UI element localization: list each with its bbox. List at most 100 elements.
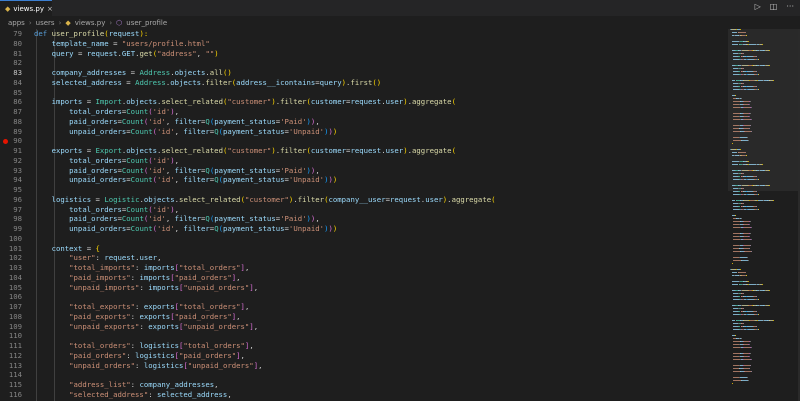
code-token: customer [310,97,347,107]
code-editor[interactable]: 79 def user_profile(request): 80 template_… [0,29,728,401]
minimap-token [731,272,738,274]
run-icon[interactable]: ▷ [755,2,761,11]
code-line[interactable]: 86 imports = Import.objects.select_relat… [0,97,728,107]
code-line[interactable]: 114 [0,370,728,380]
code-text: total_orders=Count('id'), [34,205,179,215]
breadcrumb-file[interactable]: views.py [75,19,106,27]
code-token: Logistic [104,194,140,204]
indent-guide [36,233,37,244]
code-token: aggregate [412,146,452,155]
code-token: "total_exports" [34,302,136,311]
more-actions-icon[interactable]: ··· [786,2,794,11]
python-file-icon: ◆ [65,18,71,27]
code-line[interactable]: 104 "paid_imports": imports["paid_orders… [0,272,728,283]
code-token: ) [214,48,219,58]
code-token: company_addresses [34,68,127,77]
code-line[interactable]: 116 "selected_address": selected_address… [0,389,728,400]
code-line[interactable]: 83 company_addresses = Address.objects.a… [0,68,728,78]
code-token: 'id' [148,116,166,126]
code-line[interactable]: 88 paid_orders=Count('id', filter=Q(paym… [0,116,728,127]
code-token: "total_orders" [183,341,245,350]
python-file-icon: ◆ [5,4,11,13]
code-token: , [240,350,245,360]
minimap-token [747,161,749,163]
code-line[interactable]: 109 "unpaid_exports": exports["unpaid_or… [0,321,728,332]
line-number: 79 [13,29,22,38]
code-line[interactable]: 101 context = { [0,243,728,254]
code-token: Count [130,224,153,233]
code-token: user [385,97,404,107]
code-text: template_name = "users/profile.html" [34,39,210,49]
code-token: () [222,68,232,77]
code-token: filter [183,175,210,185]
code-token: "unpaid_orders" [34,360,136,370]
code-token: aggregate [412,97,452,107]
code-token: Count [121,116,144,126]
line-number: 102 [8,253,22,263]
code-token: selected_address [34,77,122,87]
code-token: Count [130,126,153,136]
code-token: "user" [34,253,96,263]
line-number: 92 [13,155,22,165]
code-line[interactable]: 95 [0,185,728,195]
code-line[interactable]: 97 total_orders=Count('id'), [0,204,728,215]
code-token: "unpaid_exports" [34,321,140,331]
code-token: filter [205,77,232,87]
close-icon[interactable]: × [47,5,53,13]
code-line[interactable]: 84 selected_address = Address.objects.fi… [0,77,728,88]
minimap-token [733,260,741,262]
code-line[interactable]: 100 [0,233,728,244]
code-token: ) [332,224,338,233]
line-number: 87 [13,107,22,116]
code-token: total_orders [34,107,122,116]
code-token: : [148,389,158,399]
code-line[interactable]: 90 [0,136,728,146]
code-token: "customer" [244,194,289,204]
code-text: paid_orders=Count('id', filter=Q(payment… [34,214,320,224]
tab-views-py[interactable]: ◆ views.py × [0,0,53,16]
breadcrumb-apps[interactable]: apps [8,19,25,27]
code-line[interactable]: 115 "address_list": company_addresses, [0,380,728,390]
code-line[interactable]: 99 unpaid_orders=Count('id', filter=Q(pa… [0,224,728,234]
code-token: ( [451,97,456,107]
code-line[interactable]: 91 exports = Export.objects.select_relat… [0,146,728,156]
code-token: query [319,77,342,87]
code-line[interactable]: 82 [0,58,728,68]
code-line[interactable]: 87 total_orders=Count('id'), [0,107,728,117]
code-line[interactable]: 89 unpaid_orders=Count('id', filter=Q(pa… [0,126,728,137]
code-line[interactable]: 105 "unpaid_imports": imports["unpaid_or… [0,282,728,293]
code-line[interactable]: 80 template_name = "users/profile.html" [0,38,728,49]
code-line[interactable]: 106 [0,292,728,302]
indent-guide [54,58,55,68]
code-line[interactable]: 98 paid_orders=Count('id', filter=Q(paym… [0,214,728,224]
breadcrumb-symbol[interactable]: user_profile [126,19,167,27]
code-line[interactable]: 112 "paid_orders": logistics["paid_order… [0,350,728,361]
code-token: : [135,263,144,272]
code-line[interactable]: 79 def user_profile(request): [0,29,728,39]
code-line[interactable]: 94 unpaid_orders=Count('id', filter=Q(pa… [0,175,728,185]
code-line[interactable]: 93 paid_orders=Count('id', filter=Q(paym… [0,165,728,176]
code-line[interactable]: 107 "total_exports": exports["total_orde… [0,302,728,312]
breadcrumb-users[interactable]: users [36,19,55,27]
code-line[interactable]: 108 "paid_exports": exports["paid_orders… [0,311,728,322]
minimap[interactable] [728,29,798,401]
code-line[interactable]: 96 logistics = Logistic.objects.select_r… [0,194,728,205]
minimap-token [731,281,739,283]
line-number: 84 [13,77,22,87]
code-line[interactable]: 111 "total_orders": logistics["total_ord… [0,341,728,351]
code-text: "unpaid_exports": exports["unpaid_orders… [34,322,258,332]
code-line[interactable]: 103 "total_imports": imports["total_orde… [0,263,728,273]
split-editor-icon[interactable]: ◫ [770,2,778,11]
code-line[interactable]: 110 [0,331,728,341]
code-token: = [126,68,140,77]
code-token: , [236,311,241,321]
code-line[interactable]: 92 total_orders=Count('id'), [0,155,728,166]
code-token: = [82,243,96,253]
minimap-token [733,380,741,382]
code-line[interactable]: 85 [0,87,728,98]
code-line[interactable]: 81 query = request.GET.get("address", ""… [0,48,728,59]
code-line[interactable]: 113 "unpaid_orders": logistics["unpaid_o… [0,360,728,371]
code-line[interactable]: 102 "user": request.user, [0,253,728,263]
code-text: paid_orders=Count('id', filter=Q(payment… [34,117,320,127]
minimap-token [739,149,741,151]
